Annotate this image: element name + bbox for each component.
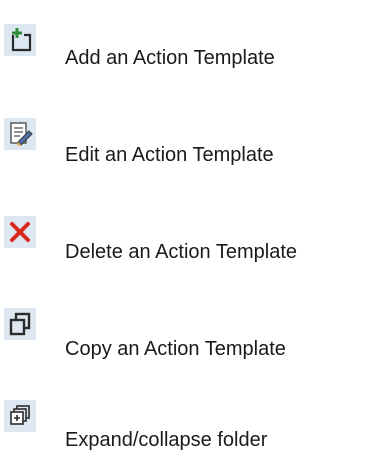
legend-row-copy: Copy an Action Template bbox=[0, 302, 381, 362]
delete-template-icon bbox=[4, 216, 36, 248]
legend-label-copy: Copy an Action Template bbox=[65, 338, 286, 360]
legend-label-expand: Expand/collapse folder bbox=[65, 429, 268, 451]
legend-label-edit: Edit an Action Template bbox=[65, 144, 274, 166]
legend-row-expand: Expand/collapse folder bbox=[0, 396, 381, 456]
legend-label-delete: Delete an Action Template bbox=[65, 241, 298, 263]
edit-template-icon bbox=[4, 118, 36, 150]
expand-collapse-folder-icon bbox=[4, 400, 36, 432]
legend-row-add: Add an Action Template bbox=[0, 20, 381, 80]
legend-label-add: Add an Action Template bbox=[65, 47, 275, 69]
add-template-icon bbox=[4, 24, 36, 56]
legend-row-delete: Delete an Action Template bbox=[0, 208, 381, 268]
legend-row-edit: Edit an Action Template bbox=[0, 114, 381, 174]
copy-template-icon bbox=[4, 308, 36, 340]
